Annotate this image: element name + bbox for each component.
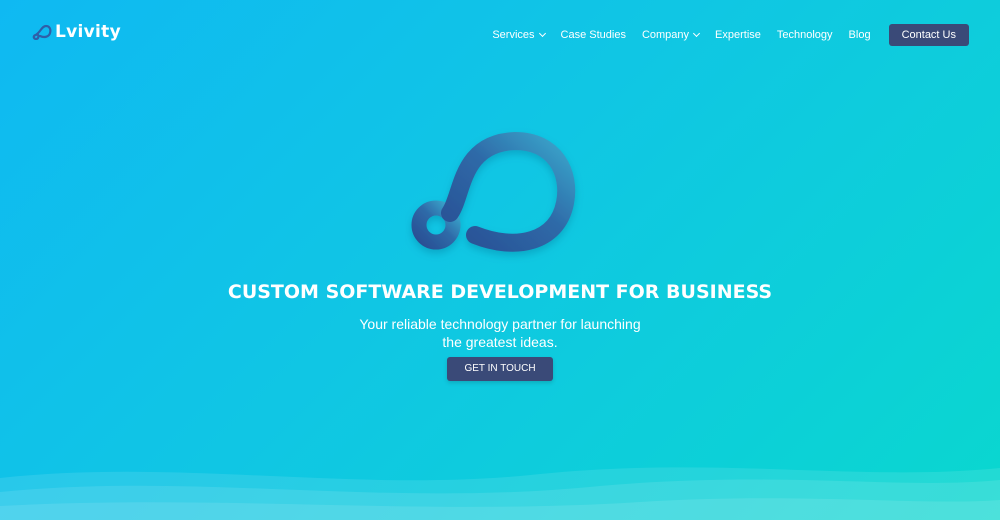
nav-item-label: Technology [776, 29, 833, 41]
brand-name: Lvivity [55, 22, 121, 42]
get-in-touch-button[interactable]: GET IN TOUCH [447, 357, 553, 381]
hero-subtitle-line: Your reliable technology partner for lau… [359, 316, 641, 332]
nav-item-case-studies[interactable]: Case Studies [561, 29, 626, 41]
brand-logo[interactable]: Lvivity [32, 22, 121, 42]
hero-title: CUSTOM SOFTWARE DEVELOPMENT FOR BUSINESS [227, 281, 773, 303]
nav-item-label: Expertise [715, 29, 761, 41]
loop-icon [411, 131, 576, 252]
nav-item-services[interactable]: Services [492, 29, 546, 41]
site-header: Lvivity Services Case Studies Company Ex… [0, 0, 1000, 70]
chevron-down-icon [538, 29, 546, 38]
loop-icon [32, 24, 52, 40]
decorative-waves [0, 467, 1000, 520]
chevron-down-icon [692, 29, 701, 38]
nav-item-label: Company [641, 29, 690, 41]
nav-item-company[interactable]: Company [641, 29, 701, 41]
hero-subtitle: Your reliable technology partner for lau… [350, 315, 650, 351]
nav-item-label: Services [492, 29, 535, 41]
nav-item-expertise[interactable]: Expertise [715, 29, 761, 41]
contact-us-button[interactable]: Contact Us [888, 24, 969, 46]
hero-subtitle-line: the greatest ideas. [442, 334, 558, 350]
nav-item-technology[interactable]: Technology [777, 29, 833, 41]
nav-item-blog[interactable]: Blog [849, 29, 871, 41]
nav-item-label: Case Studies [560, 29, 626, 41]
main-nav: Services Case Studies Company Expertise … [492, 24, 969, 46]
nav-item-label: Blog [848, 29, 871, 41]
